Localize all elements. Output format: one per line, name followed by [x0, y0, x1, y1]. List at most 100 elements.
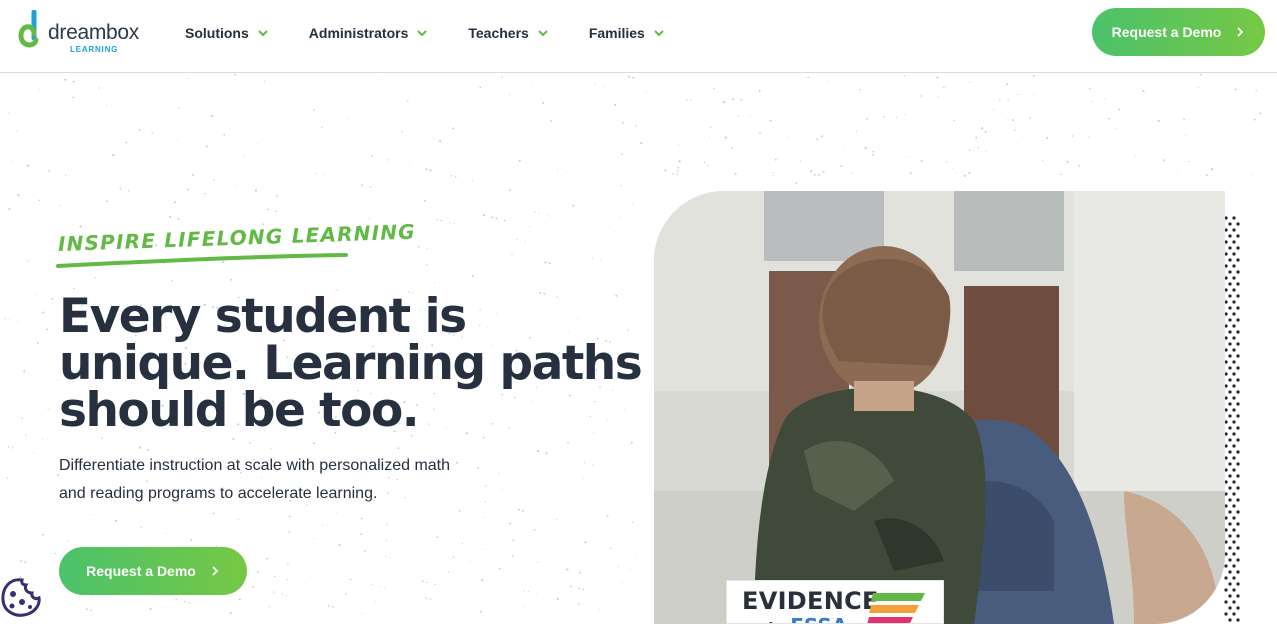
- accent-dot: [1228, 462, 1232, 466]
- speckle-dot: [119, 187, 122, 190]
- speckle-dot: [1184, 134, 1186, 136]
- speckle-dot: [72, 96, 75, 99]
- evidence-for-essa-badge[interactable]: EVIDENCE forESSA: [726, 580, 944, 624]
- speckle-dot: [750, 115, 752, 117]
- speckle-dot: [758, 89, 761, 92]
- speckle-dot: [816, 138, 819, 141]
- speckle-dot: [864, 147, 867, 150]
- cookie-icon[interactable]: [0, 574, 42, 618]
- speckle-dot: [147, 448, 150, 451]
- nav-item-teachers[interactable]: Teachers: [468, 22, 548, 44]
- header-request-demo-button[interactable]: Request a Demo: [1092, 8, 1265, 56]
- speckle-dot: [883, 115, 885, 118]
- accent-dot: [1228, 594, 1232, 598]
- nav-item-administrators[interactable]: Administrators: [309, 22, 429, 44]
- speckle-dot: [613, 231, 616, 233]
- speckle-dot: [373, 92, 375, 94]
- speckle-dot: [608, 277, 609, 279]
- speckle-dot: [136, 81, 138, 83]
- speckle-dot: [737, 115, 739, 117]
- speckle-dot: [602, 85, 604, 87]
- speckle-dot: [250, 538, 252, 539]
- speckle-dot: [284, 86, 286, 88]
- speckle-dot: [1006, 83, 1009, 86]
- speckle-dot: [516, 238, 518, 241]
- speckle-dot: [361, 613, 363, 615]
- speckle-dot: [265, 557, 268, 560]
- accent-dot: [1228, 270, 1232, 274]
- speckle-dot: [118, 124, 119, 126]
- speckle-dot: [487, 549, 488, 551]
- accent-dot: [1228, 222, 1232, 226]
- speckle-dot: [434, 583, 437, 586]
- speckle-dot: [799, 160, 802, 162]
- speckle-dot: [527, 591, 529, 593]
- speckle-dot: [347, 117, 349, 119]
- speckle-dot: [268, 606, 270, 608]
- speckle-dot: [1039, 172, 1041, 174]
- accent-dot: [1228, 510, 1232, 514]
- speckle-dot: [10, 161, 12, 163]
- speckle-dot: [243, 155, 246, 157]
- speckle-dot: [600, 259, 602, 261]
- speckle-dot: [1045, 136, 1049, 140]
- speckle-dot: [672, 172, 674, 175]
- speckle-dot: [254, 189, 257, 192]
- speckle-dot: [805, 135, 806, 136]
- speckle-dot: [8, 207, 11, 210]
- speckle-dot: [345, 593, 347, 595]
- accent-dot: [1228, 450, 1232, 454]
- accent-dot: [1228, 414, 1232, 418]
- nav-item-solutions[interactable]: Solutions: [185, 22, 269, 44]
- speckle-dot: [338, 543, 341, 546]
- accent-dot: [1236, 318, 1240, 322]
- speckle-dot: [6, 477, 8, 479]
- accent-dot: [1236, 222, 1240, 226]
- speckle-dot: [140, 526, 142, 529]
- accent-dot: [1236, 546, 1240, 550]
- speckle-dot: [458, 510, 461, 512]
- accent-dot: [1228, 282, 1232, 286]
- speckle-dot: [1162, 143, 1164, 145]
- speckle-dot: [981, 127, 984, 130]
- speckle-dot: [482, 436, 485, 439]
- speckle-dot: [968, 149, 971, 152]
- speckle-dot: [275, 210, 278, 213]
- speckle-dot: [454, 175, 457, 178]
- accent-dot: [1228, 570, 1232, 574]
- accent-dot: [1236, 570, 1240, 574]
- speckle-dot: [827, 81, 829, 82]
- accent-dot: [1236, 414, 1240, 418]
- speckle-dot: [17, 321, 19, 323]
- speckle-dot: [191, 173, 194, 176]
- accent-dot: [1236, 342, 1240, 346]
- speckle-dot: [469, 576, 471, 578]
- speckle-dot: [226, 595, 228, 597]
- speckle-dot: [903, 75, 906, 77]
- speckle-dot: [57, 601, 58, 603]
- speckle-dot: [618, 216, 620, 218]
- dreambox-logo[interactable]: dreambox LEARNING: [18, 8, 143, 58]
- speckle-dot: [932, 144, 934, 146]
- accent-dot: [1228, 486, 1232, 490]
- nav-item-families[interactable]: Families: [589, 22, 665, 44]
- speckle-dot: [67, 540, 69, 542]
- speckle-dot: [439, 139, 442, 142]
- hero-photo-student-backpack: [654, 191, 1225, 624]
- speckle-dot: [28, 149, 29, 151]
- speckle-dot: [314, 204, 316, 206]
- speckle-dot: [177, 217, 180, 220]
- speckle-dot: [1032, 74, 1035, 77]
- speckle-dot: [51, 297, 54, 300]
- speckle-dot: [327, 525, 328, 527]
- speckle-dot: [8, 319, 10, 321]
- speckle-dot: [71, 224, 73, 225]
- speckle-dot: [46, 328, 48, 331]
- speckle-dot: [452, 127, 455, 130]
- speckle-dot: [426, 264, 428, 266]
- hero-request-demo-button[interactable]: Request a Demo: [59, 547, 247, 595]
- speckle-dot: [286, 578, 288, 581]
- speckle-dot: [1088, 136, 1090, 138]
- logo-wordmark: dreambox: [48, 21, 139, 44]
- speckle-dot: [276, 194, 278, 197]
